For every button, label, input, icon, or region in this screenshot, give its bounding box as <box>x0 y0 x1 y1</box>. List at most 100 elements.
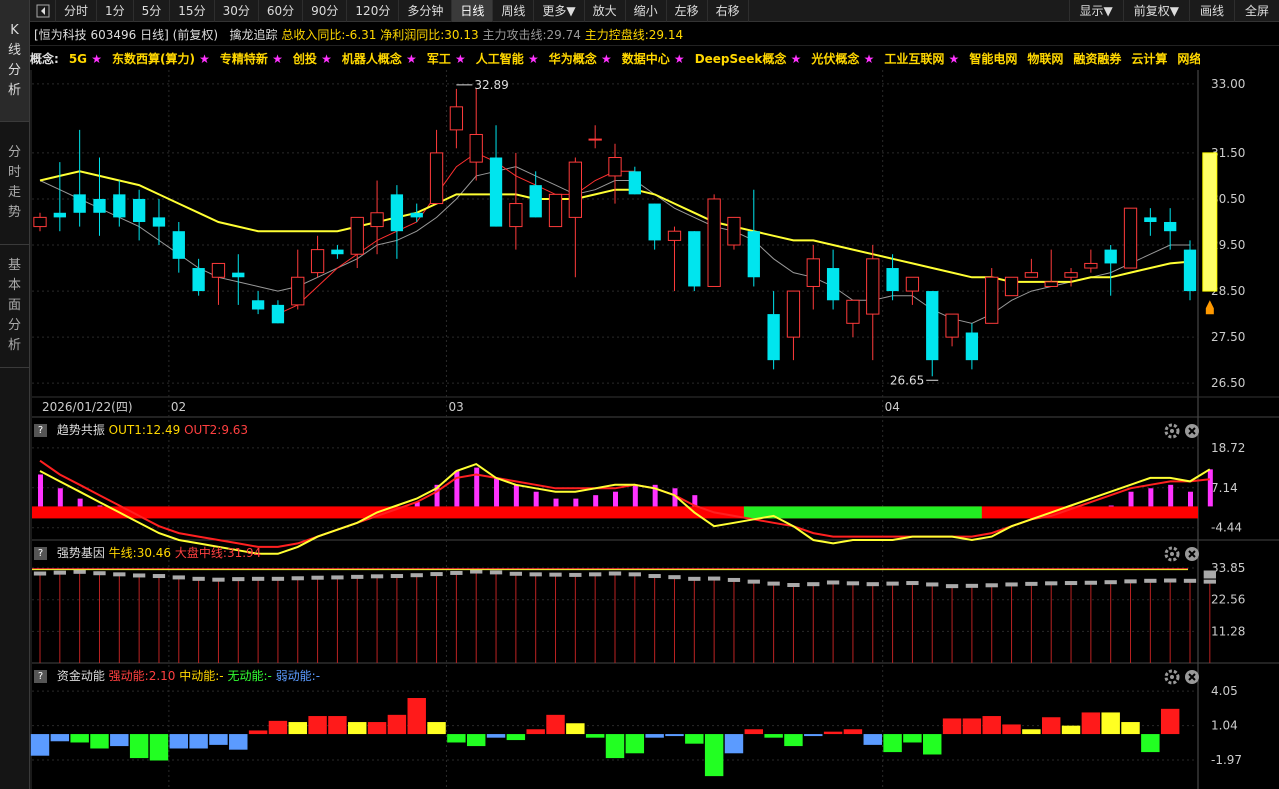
strength-block <box>251 576 265 581</box>
help-icon[interactable]: ? <box>34 547 47 560</box>
candle-body <box>350 216 364 255</box>
trend-tick-label: 7.14 <box>1211 481 1238 495</box>
candle-body <box>727 216 741 246</box>
trend-band-red <box>32 506 1198 519</box>
energy-bar <box>962 718 982 735</box>
energy-bar <box>149 734 169 761</box>
energy-bar <box>645 734 664 738</box>
energy-bar <box>1081 712 1101 735</box>
energy-bar <box>863 734 882 745</box>
trend-bar <box>454 471 460 507</box>
candle-body <box>469 133 483 163</box>
strength-block <box>470 569 483 574</box>
energy-bar <box>248 730 268 735</box>
energy-tick-label: -1.97 <box>1211 753 1242 767</box>
energy-bar <box>526 729 545 735</box>
trend-bar <box>593 495 599 507</box>
trend-bar <box>573 498 579 507</box>
strength-block <box>212 577 225 582</box>
strength-block <box>1064 581 1078 586</box>
strength-block <box>965 583 979 588</box>
energy-bar <box>189 734 208 749</box>
candle-body <box>192 268 205 292</box>
candle-body <box>806 258 820 287</box>
candle-body <box>390 194 404 232</box>
strength-block <box>787 583 800 588</box>
trend-tick-label: 18.72 <box>1211 441 1245 455</box>
trend-bar <box>494 477 500 507</box>
energy-bar <box>764 734 783 738</box>
candle-body <box>172 231 185 259</box>
candle-body <box>251 300 265 310</box>
no-energy-value: 无动能:- <box>227 669 272 683</box>
energy-bar <box>129 734 149 759</box>
energy-bar <box>407 698 426 735</box>
trend-bar <box>1207 469 1213 507</box>
app-root: K线分析分时走势基本面分析 分时 1分 5分 15分 30分 60分 90分 120分 多分钟日… <box>0 0 1279 789</box>
candle-body <box>53 212 66 218</box>
candle-body <box>707 198 721 287</box>
strength-block <box>886 581 899 586</box>
rocket-icon <box>1205 300 1214 315</box>
candle-body <box>945 313 959 338</box>
candle-body <box>1144 217 1157 222</box>
strength-block <box>1084 580 1098 585</box>
energy-bar <box>566 723 585 735</box>
candle-body <box>1104 249 1117 264</box>
strength-tick-label: 11.28 <box>1211 624 1245 638</box>
panel-energy-name: 资金动能 <box>56 669 105 683</box>
energy-bar <box>804 734 823 737</box>
candle-body <box>271 304 285 324</box>
strength-block <box>73 569 86 574</box>
strength-block <box>668 575 681 580</box>
energy-bar <box>506 734 526 741</box>
energy-bar <box>883 734 902 753</box>
help-icon[interactable]: ? <box>34 424 47 437</box>
strength-block <box>807 582 820 587</box>
strength-block <box>767 581 780 586</box>
panel-energy-header: ? 资金动能 强动能:2.10 中动能:- 无动能:- 弱动能:- <box>30 666 1279 686</box>
candle-body <box>509 203 523 228</box>
strength-block <box>509 571 523 576</box>
trend-bar <box>1188 491 1193 507</box>
trend-bar <box>1148 488 1154 507</box>
candle-body <box>905 276 920 292</box>
trend-bar <box>57 488 63 507</box>
candle-body <box>608 157 622 177</box>
strength-block <box>450 570 463 575</box>
strength-block <box>1203 579 1216 584</box>
strength-block <box>906 581 919 586</box>
candle-body <box>232 272 245 278</box>
energy-bar <box>903 734 922 743</box>
strength-block <box>1203 570 1216 579</box>
candle-body <box>1044 281 1058 287</box>
trend-bar <box>553 498 559 507</box>
candle-body <box>291 276 305 306</box>
candle-body <box>846 299 860 324</box>
energy-bar <box>486 734 506 738</box>
candle-body <box>628 171 641 195</box>
candle-body <box>370 212 384 228</box>
strength-block <box>172 575 185 580</box>
strength-block <box>1045 581 1058 586</box>
candle-body <box>1004 276 1019 297</box>
strength-block <box>1144 578 1157 583</box>
candle-body <box>1024 272 1039 278</box>
strength-block <box>192 576 205 581</box>
price-tick-label: 27.50 <box>1211 330 1245 344</box>
energy-bar <box>546 714 565 735</box>
strength-block <box>410 573 423 578</box>
energy-bar <box>625 734 645 754</box>
energy-bar <box>288 722 307 735</box>
energy-bar <box>923 734 942 755</box>
help-icon[interactable]: ? <box>34 670 47 683</box>
energy-bar <box>1002 724 1021 735</box>
candle-body <box>1123 207 1138 269</box>
candle-body <box>965 332 979 361</box>
bull-line-value: 牛线:30.46 <box>108 546 172 560</box>
energy-bar <box>1160 708 1180 735</box>
candle-body <box>667 230 682 241</box>
strength-block <box>1104 580 1117 585</box>
energy-tick-label: 1.04 <box>1211 719 1238 733</box>
month-label: 04 <box>885 400 900 414</box>
